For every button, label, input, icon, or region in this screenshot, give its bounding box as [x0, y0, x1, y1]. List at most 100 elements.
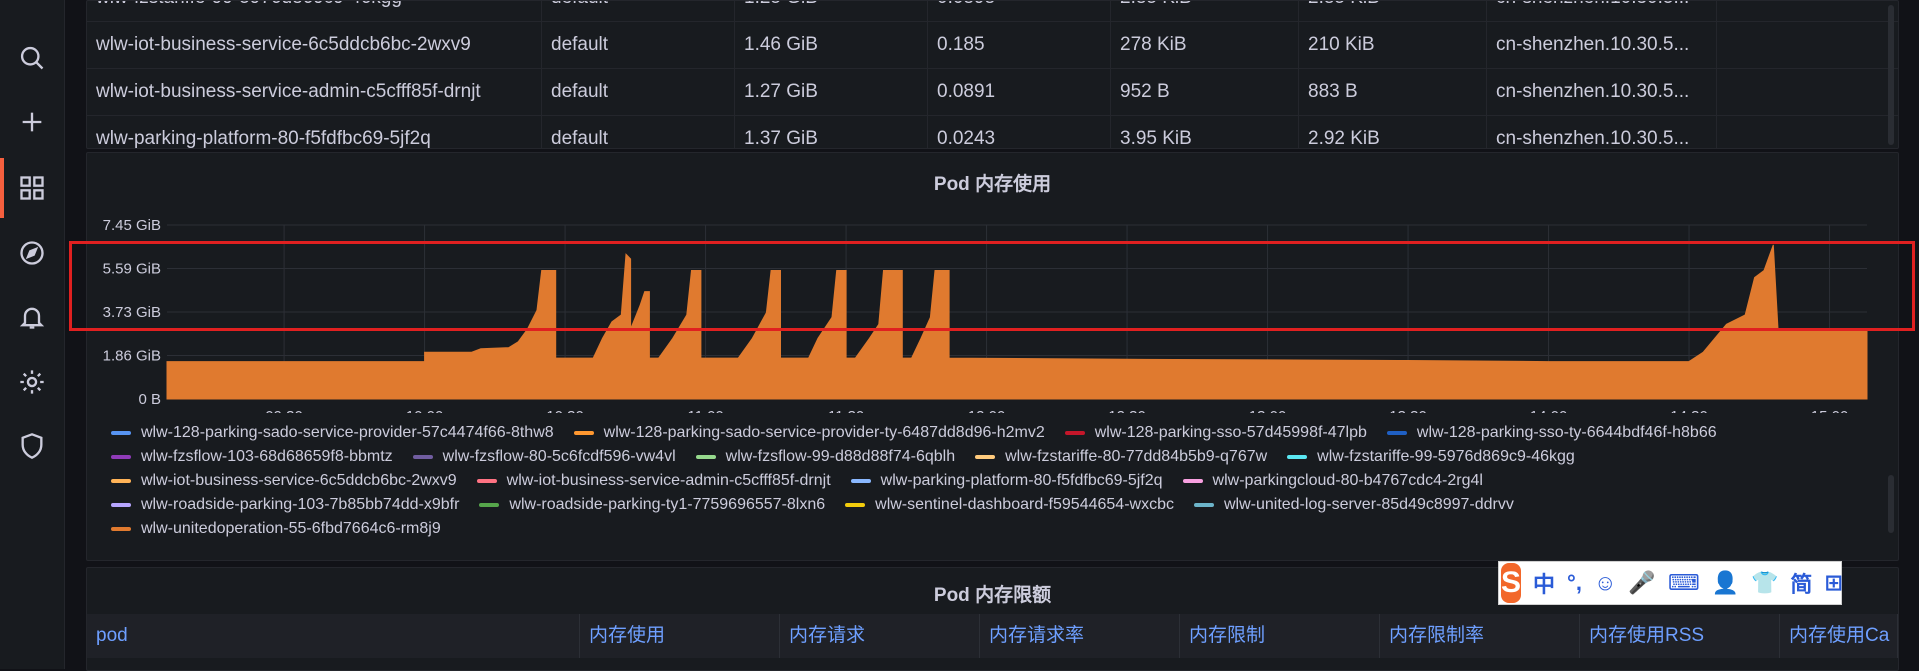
table-cell: 952 B [1111, 68, 1299, 115]
ime-simplified-mode[interactable]: 简 [1790, 567, 1812, 599]
legend-row: wlw-fzsflow-103-68d68659f8-bbmtz wlw-fzsf… [111, 443, 1595, 467]
table-cell: 2.85 KiB [1299, 1, 1487, 21]
legend-swatch [1064, 431, 1085, 435]
column-header[interactable]: 内存限制率 [1380, 614, 1580, 658]
table-cell: 278 KiB [1111, 21, 1299, 68]
legend-swatch [850, 479, 871, 483]
memory-usage-chart[interactable]: 0 B 1.86 GiB 3.73 GiB 5.59 GiB 7.45 GiB 09:30… [87, 153, 1898, 413]
x-tick-label: 10:00 [406, 408, 444, 413]
legend-label: wlw-iot-business-service-admin-c5cfff85f… [506, 472, 831, 489]
legend-scrollbar[interactable] [1888, 475, 1894, 533]
table-cell: default [542, 21, 735, 68]
column-header[interactable]: 内存限制 [1180, 614, 1380, 658]
column-header[interactable]: 内存使用 [580, 614, 780, 658]
ime-keyboard-icon[interactable]: ⌨ [1668, 570, 1700, 596]
column-header[interactable]: 内存请求 [780, 614, 980, 658]
x-tick-label: 10:30 [546, 408, 584, 413]
table-row[interactable]: wlw-iot-business-service-6c5ddcb6bc-2wxv… [87, 21, 1898, 69]
plus-icon[interactable] [14, 104, 50, 140]
legend-label: wlw-fzsflow-80-5c6fcdf596-vw4vl [442, 448, 676, 465]
legend-item[interactable]: wlw-iot-business-service-6c5ddcb6bc-2wxv… [111, 469, 457, 493]
legend-label: wlw-roadside-parking-103-7b85bb74dd-x9bf… [141, 496, 460, 513]
ime-voice-icon[interactable]: 🎤 [1628, 570, 1655, 596]
table-scrollbar[interactable] [1888, 5, 1894, 145]
table-cell: 1.37 GiB [735, 115, 928, 148]
legend-item[interactable]: wlw-united-log-server-85d49c8997-ddrvv [1193, 493, 1514, 517]
legend-row: wlw-iot-business-service-6c5ddcb6bc-2wxv… [111, 467, 1503, 491]
legend-label: wlw-united-log-server-85d49c8997-ddrvv [1223, 496, 1514, 513]
legend-item[interactable]: wlw-fzsflow-99-d88d88f74-6qblh [695, 445, 955, 469]
legend-swatch [1182, 479, 1203, 483]
legend-item[interactable]: wlw-fzsflow-103-68d68659f8-bbmtz [111, 445, 393, 469]
legend-label: wlw-parkingcloud-80-b4767cdc4-2rg4l [1212, 472, 1483, 489]
legend-item[interactable]: wlw-fzstariffe-80-77dd84b5b9-q767w [975, 445, 1267, 469]
legend-item[interactable]: wlw-parking-platform-80-f5fdfbc69-5jf2q [850, 469, 1163, 493]
legend-item[interactable]: wlw-sentinel-dashboard-f59544654-wxcbc [845, 493, 1174, 517]
search-icon[interactable] [14, 40, 50, 76]
dashboards-icon[interactable] [14, 170, 50, 206]
table-row[interactable]: wlw-fzstariffe-99-5976d869c9-46kggdefaul… [87, 1, 1898, 22]
legend-item[interactable]: wlw-fzstariffe-99-5976d869c9-46kgg [1287, 445, 1575, 469]
x-tick-label: 11:00 [687, 408, 723, 413]
ime-punctuation-icon[interactable]: °, [1567, 570, 1582, 596]
column-header[interactable]: 内存使用Ca [1780, 614, 1898, 658]
chart-legend: wlw-128-parking-sado-service-provider-57… [111, 423, 1871, 553]
table-cell: 0.0243 [928, 115, 1111, 148]
ime-emoji-icon[interactable]: ☺ [1594, 570, 1616, 596]
x-tick-label: 09:30 [265, 408, 303, 413]
table-cell: default [542, 68, 735, 115]
table-cell: 0.185 [928, 21, 1111, 68]
legend-item[interactable]: wlw-128-parking-sado-service-provider-57… [111, 423, 554, 445]
table-cell: wlw-fzstariffe-99-5976d869c9-46kgg [87, 1, 542, 21]
legend-swatch [476, 479, 497, 483]
legend-label: wlw-roadside-parking-ty1-7759696557-8lxn… [509, 496, 826, 513]
legend-item[interactable]: wlw-parkingcloud-80-b4767cdc4-2rg4l [1182, 469, 1483, 493]
explore-icon[interactable] [14, 235, 50, 271]
y-tick-label: 7.45 GiB [103, 217, 161, 234]
legend-item[interactable]: wlw-unitedoperation-55-6fbd7664c6-rm8j9 [111, 517, 441, 541]
alerting-icon[interactable] [14, 299, 50, 335]
x-tick-label: 14:00 [1530, 408, 1568, 413]
column-header[interactable]: 内存请求率 [980, 614, 1180, 658]
legend-label: wlw-fzstariffe-99-5976d869c9-46kgg [1317, 448, 1575, 465]
legend-label: wlw-parking-platform-80-f5fdfbc69-5jf2q [880, 472, 1163, 489]
x-tick-label: 11:30 [828, 408, 864, 413]
legend-label: wlw-128-parking-sado-service-provider-ty… [603, 424, 1045, 441]
table-cell: 2.92 KiB [1299, 115, 1487, 148]
legend-item[interactable]: wlw-roadside-parking-ty1-7759696557-8lxn… [479, 493, 825, 517]
legend-item[interactable]: wlw-128-parking-sado-service-provider-ty… [573, 423, 1045, 445]
table-cell: wlw-parking-platform-80-f5fdfbc69-5jf2q [87, 115, 542, 148]
ime-logo-icon[interactable]: S [1501, 563, 1522, 603]
table-header-row: pod 内存使用 内存请求 内存请求率 内存限制 内存限制率 内存使用RSS 内存使用Ca [87, 614, 1898, 658]
y-tick-label: 0 B [138, 391, 161, 408]
column-header[interactable]: pod [87, 614, 580, 658]
table-cell: 1.27 GiB [735, 68, 928, 115]
ime-toolbox-icon[interactable]: ⊞ [1824, 570, 1842, 596]
table-cell: 0.0898 [928, 1, 1111, 21]
legend-label: wlw-unitedoperation-55-6fbd7664c6-rm8j9 [141, 520, 441, 537]
shield-icon[interactable] [14, 428, 50, 464]
active-nav-indicator [0, 158, 4, 218]
legend-row: wlw-128-parking-sado-service-provider-57… [111, 423, 1737, 443]
config-gear-icon[interactable] [14, 364, 50, 400]
legend-item[interactable]: wlw-128-parking-sso-ty-6644bdf46f-h8b66 [1386, 423, 1717, 445]
legend-row: wlw-unitedoperation-55-6fbd7664c6-rm8j9 [111, 515, 461, 539]
column-header[interactable]: 内存使用RSS [1580, 614, 1780, 658]
legend-swatch [1287, 455, 1308, 459]
legend-item[interactable]: wlw-128-parking-sso-57d45998f-47lpb [1064, 423, 1367, 445]
legend-item[interactable]: wlw-roadside-parking-103-7b85bb74dd-x9bf… [111, 493, 459, 517]
ime-user-icon[interactable]: 👤 [1712, 570, 1739, 596]
legend-item[interactable]: wlw-fzsflow-80-5c6fcdf596-vw4vl [412, 445, 676, 469]
y-tick-label: 5.59 GiB [103, 261, 161, 278]
legend-item[interactable]: wlw-iot-business-service-admin-c5cfff85f… [476, 469, 831, 493]
table-cell: 1.46 GiB [735, 21, 928, 68]
legend-swatch [695, 455, 716, 459]
y-tick-label: 1.86 GiB [103, 348, 161, 365]
table-row[interactable]: wlw-iot-business-service-admin-c5cfff85f… [87, 68, 1898, 116]
ime-chinese-mode[interactable]: 中 [1533, 567, 1555, 599]
x-tick-label: 15:00 [1811, 408, 1849, 413]
table-cell: wlw-iot-business-service-6c5ddcb6bc-2wxv… [87, 21, 542, 68]
table-row[interactable]: wlw-parking-platform-80-f5fdfbc69-5jf2q d… [87, 115, 1898, 148]
ime-toolbar[interactable]: S 中 °, ☺ 🎤 ⌨ 👤 👕 简 ⊞ [1498, 561, 1843, 605]
ime-skin-icon[interactable]: 👕 [1751, 570, 1778, 596]
